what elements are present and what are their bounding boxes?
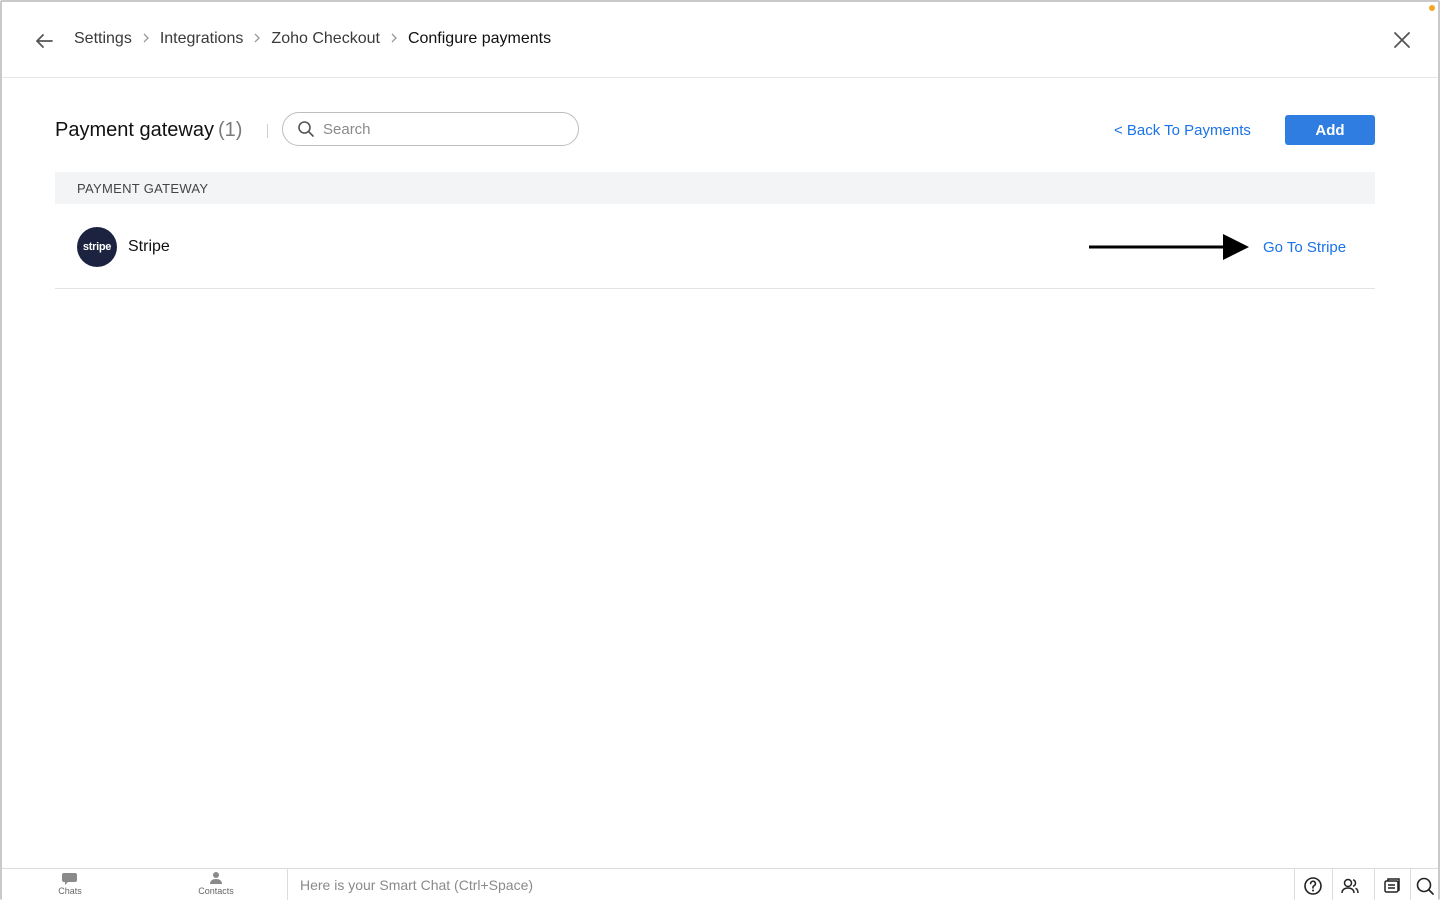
gateway-count: (1) <box>217 119 243 141</box>
breadcrumb-zoho-checkout[interactable]: Zoho Checkout <box>271 30 380 48</box>
people-icon[interactable] <box>1339 875 1361 897</box>
table-row: stripe Stripe Go To Stripe <box>55 205 1375 289</box>
feed-icon[interactable] <box>1381 875 1403 897</box>
chats-tab[interactable]: Chats <box>40 871 100 900</box>
breadcrumb: Settings Integrations Zoho Checkout Conf… <box>74 30 551 48</box>
column-header-payment-gateway: PAYMENT GATEWAY <box>77 180 209 196</box>
breadcrumb-settings[interactable]: Settings <box>74 30 132 48</box>
back-arrow-icon[interactable] <box>32 29 56 53</box>
gateway-name: Stripe <box>128 238 170 255</box>
smart-chat-input[interactable] <box>300 877 1200 893</box>
close-icon[interactable] <box>1390 28 1414 52</box>
app-window: Settings Integrations Zoho Checkout Conf… <box>0 0 1440 900</box>
search-box[interactable] <box>282 112 579 146</box>
back-to-payments-link[interactable]: < Back To Payments <box>1114 122 1251 139</box>
contact-icon <box>210 872 222 884</box>
page-title-text: Payment gateway <box>55 119 214 141</box>
bottom-divider <box>1374 869 1375 900</box>
contacts-tab[interactable]: Contacts <box>186 871 246 900</box>
bottom-divider <box>1410 869 1411 900</box>
bottom-divider <box>1332 869 1333 900</box>
help-icon[interactable] <box>1302 875 1324 897</box>
annotation-arrow-icon <box>1089 234 1249 260</box>
table-header: PAYMENT GATEWAY <box>55 172 1375 204</box>
chevron-right-icon <box>132 31 160 47</box>
breadcrumb-configure-payments: Configure payments <box>407 30 552 47</box>
search-icon <box>298 121 314 137</box>
page-header: Settings Integrations Zoho Checkout Conf… <box>2 2 1438 78</box>
page-title: Payment gateway (1) <box>55 119 242 142</box>
stripe-logo: stripe <box>77 227 117 267</box>
bottom-bar: Chats Contacts <box>2 868 1438 900</box>
add-button[interactable]: Add <box>1285 115 1375 145</box>
chats-tab-label: Chats <box>58 886 82 896</box>
smart-chat-bar[interactable] <box>287 869 1295 900</box>
breadcrumb-integrations[interactable]: Integrations <box>160 30 244 48</box>
go-to-stripe-link[interactable]: Go To Stripe <box>1263 239 1346 256</box>
search-input[interactable] <box>323 120 563 138</box>
chevron-right-icon <box>380 31 408 47</box>
search-icon[interactable] <box>1414 875 1436 897</box>
contacts-tab-label: Contacts <box>198 886 234 896</box>
chevron-right-icon <box>243 31 271 47</box>
title-divider <box>267 124 268 138</box>
chat-bubble-icon <box>62 873 77 885</box>
